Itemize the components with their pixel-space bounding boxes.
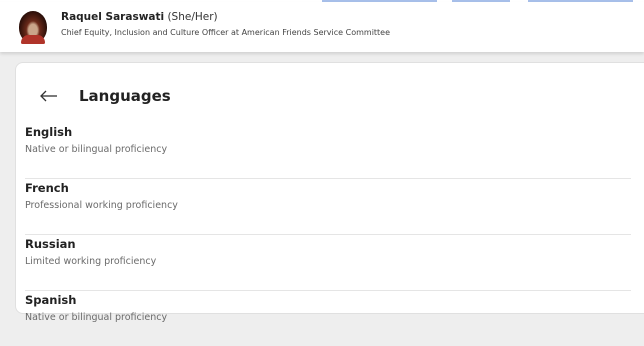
language-proficiency: Native or bilingual proficiency [25,312,168,323]
section-title: Languages [79,87,171,105]
list-item: Spanish Native or bilingual proficiency [25,291,631,346]
language-list: English Native or bilingual proficiency … [25,123,631,346]
list-item: English Native or bilingual proficiency [25,123,631,179]
profile-pronouns: (She/Her) [167,11,218,23]
arrow-left-icon[interactable] [39,88,59,104]
language-name: French [25,181,69,195]
profile-avatar[interactable] [19,11,47,44]
language-name: Spanish [25,293,77,307]
languages-card: Languages English Native or bilingual pr… [15,62,644,323]
language-proficiency: Professional working proficiency [25,200,178,211]
language-name: English [25,125,73,139]
profile-headline: Chief Equity, Inclusion and Culture Offi… [61,28,391,37]
profile-name-line: Raquel Saraswati (She/Her) [61,11,218,23]
language-proficiency: Native or bilingual proficiency [25,144,168,155]
arrow-left-icon-svg [40,90,57,102]
avatar-shoulders [21,35,45,44]
list-item: Russian Limited working proficiency [25,235,631,291]
language-proficiency: Limited working proficiency [25,256,157,267]
languages-header: Languages [39,81,171,111]
language-name: Russian [25,237,76,251]
profile-name[interactable]: Raquel Saraswati [61,11,164,23]
profile-sticky-header: Raquel Saraswati (She/Her) Chief Equity,… [0,2,644,52]
list-item: French Professional working proficiency [25,179,631,235]
